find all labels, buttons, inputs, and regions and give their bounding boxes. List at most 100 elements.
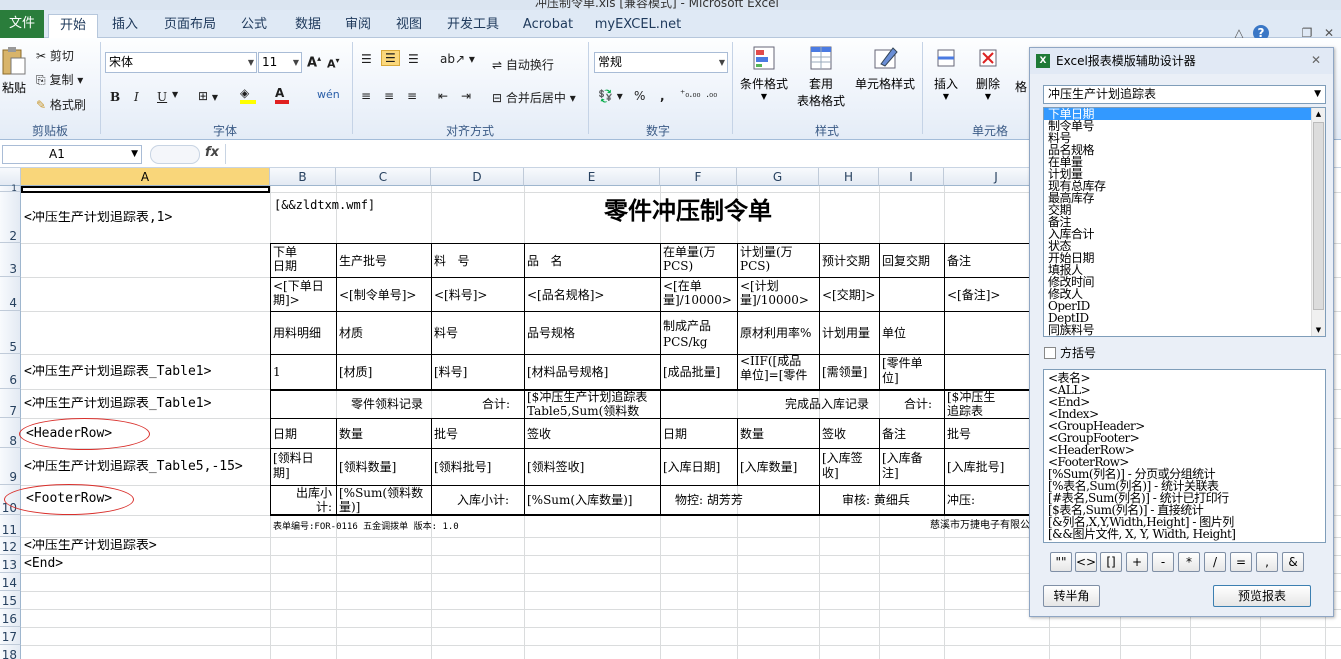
cell-i7-total[interactable]: 合计:: [904, 397, 932, 411]
font-color-button[interactable]: A: [275, 86, 289, 104]
cell-e9[interactable]: [领料签收]: [527, 460, 584, 474]
cell-j10[interactable]: 冲压:: [947, 493, 975, 507]
field-item[interactable]: DeptID: [1044, 312, 1325, 324]
row-header[interactable]: 15: [0, 591, 21, 609]
cell-h5[interactable]: 计划用量: [822, 326, 870, 340]
increase-indent-icon[interactable]: ⇥: [461, 89, 471, 103]
percent-button[interactable]: %: [634, 89, 645, 103]
cell-g3[interactable]: 计划量(万 PCS): [740, 245, 793, 273]
number-format-select[interactable]: 常规 ▼: [594, 52, 728, 73]
cell-c9[interactable]: [领料数量]: [339, 460, 396, 474]
phonetic-button[interactable]: wén: [317, 88, 340, 101]
scroll-thumb[interactable]: [1313, 122, 1324, 310]
field-item[interactable]: 交期: [1044, 204, 1325, 216]
tab-home[interactable]: 开始: [48, 14, 98, 38]
cell-a7[interactable]: <冲压生产计划追踪表_Table1>: [24, 397, 211, 411]
column-header-e[interactable]: E: [524, 168, 660, 186]
cell-j4[interactable]: <[备注]>: [947, 288, 1000, 302]
currency-button[interactable]: 💱 ▾: [598, 89, 623, 103]
cell-f10[interactable]: 物控: 胡芳芳: [675, 493, 743, 507]
cell-c4[interactable]: <[制令单号]>: [339, 288, 416, 302]
column-header-h[interactable]: H: [819, 168, 879, 186]
field-item[interactable]: 计划量: [1044, 168, 1325, 180]
conditional-format-button[interactable]: 条件格式 ▼: [736, 44, 792, 101]
field-item[interactable]: 修改时间: [1044, 276, 1325, 288]
cell-e6[interactable]: [材料品号规格]: [527, 365, 608, 379]
cell-c5[interactable]: 材质: [339, 326, 363, 340]
increase-decimal-icon[interactable]: ⁺₀.₀₀: [680, 89, 700, 100]
field-item[interactable]: OperID: [1044, 300, 1325, 312]
cell-d3[interactable]: 料 号: [434, 254, 469, 268]
cell-i3[interactable]: 回复交期: [882, 254, 930, 268]
tab-formulas[interactable]: 公式: [232, 14, 276, 38]
cell-b3[interactable]: 下单 日期: [273, 245, 297, 273]
cell-a6[interactable]: <冲压生产计划追踪表_Table1>: [24, 365, 211, 379]
field-item[interactable]: 开始日期: [1044, 252, 1325, 264]
copy-button[interactable]: ⎘ 复制 ▾: [36, 71, 83, 88]
cell-e5[interactable]: 品号规格: [527, 326, 575, 340]
cell-b4[interactable]: <[下单日 期]>: [273, 279, 324, 307]
row-header[interactable]: 13: [0, 555, 21, 573]
fill-color-button[interactable]: ◈: [240, 86, 256, 104]
insert-cells-button[interactable]: 插入 ▼: [926, 44, 966, 101]
cell-h4[interactable]: <[交期]>: [822, 288, 875, 302]
field-list[interactable]: 下单日期 制令单号 料号 品名规格 在单量 计划量 现有总库存 最高库存 交期 …: [1043, 107, 1326, 337]
row-header[interactable]: 9: [0, 448, 21, 485]
symbol-plus-button[interactable]: +: [1126, 552, 1148, 572]
align-top-icon[interactable]: ☰: [361, 52, 372, 66]
cell-f8[interactable]: 日期: [663, 427, 687, 441]
cell-h8[interactable]: 签收: [822, 427, 846, 441]
cell-c10[interactable]: [%Sum(领料数 量)]: [339, 486, 423, 514]
column-header-i[interactable]: I: [879, 168, 944, 186]
tab-page-layout[interactable]: 页面布局: [155, 14, 225, 38]
cell-a2[interactable]: <冲压生产计划追踪表,1>: [24, 211, 172, 225]
cell-i6[interactable]: [零件单 位]: [882, 356, 923, 386]
cell-h6[interactable]: [需领量]: [822, 365, 867, 379]
field-item[interactable]: 状态: [1044, 240, 1325, 252]
column-header-d[interactable]: D: [431, 168, 524, 186]
cell-d5[interactable]: 料号: [434, 326, 458, 340]
cell-styles-button[interactable]: 单元格样式: [852, 44, 918, 92]
cell-c3[interactable]: 生产批号: [339, 254, 387, 268]
cell-j3[interactable]: 备注: [947, 254, 971, 268]
row-header[interactable]: 16: [0, 609, 21, 627]
symbol-quotes-button[interactable]: "": [1050, 552, 1072, 572]
cell-g5[interactable]: 原材利用率%: [740, 326, 811, 340]
cell-f9[interactable]: [入库日期]: [663, 460, 720, 474]
cell-j7[interactable]: [$冲压生 追踪表: [947, 390, 1030, 418]
decrease-decimal-icon[interactable]: .₀₀: [706, 89, 717, 100]
field-item[interactable]: 在单量: [1044, 156, 1325, 168]
tab-myexcel[interactable]: myEXCEL.net: [592, 14, 684, 38]
halfwidth-button[interactable]: 转半角: [1043, 585, 1100, 607]
tab-acrobat[interactable]: Acrobat: [516, 14, 580, 38]
symbol-comma-button[interactable]: ,: [1256, 552, 1278, 572]
cell-f6[interactable]: [成品批量]: [663, 365, 720, 379]
field-item[interactable]: 备注: [1044, 216, 1325, 228]
field-item[interactable]: 制令单号: [1044, 120, 1325, 132]
cell-b6[interactable]: 1: [273, 365, 281, 379]
name-box[interactable]: A1 ▼: [2, 145, 142, 164]
cell-c7[interactable]: 零件领料记录: [351, 397, 423, 411]
cell-g4[interactable]: <[计划 量]/10000>: [740, 279, 809, 307]
cell-j9[interactable]: [入库批号]: [947, 460, 1004, 474]
underline-dropdown[interactable]: ▼: [172, 90, 178, 99]
cell-h3[interactable]: 预计交期: [822, 254, 870, 268]
align-left-icon[interactable]: ≡: [361, 89, 371, 103]
brackets-checkbox[interactable]: 方括号: [1044, 344, 1096, 361]
tab-insert[interactable]: 插入: [103, 14, 147, 38]
row-header[interactable]: 14: [0, 573, 21, 591]
symbol-equals-button[interactable]: =: [1230, 552, 1252, 572]
tab-data[interactable]: 数据: [286, 14, 330, 38]
scroll-down-icon[interactable]: ▼: [1312, 324, 1325, 336]
cell-f3[interactable]: 在单量(万 PCS): [663, 245, 716, 273]
column-header-a[interactable]: A: [21, 168, 270, 186]
field-item[interactable]: 入库合计: [1044, 228, 1325, 240]
cell-d6[interactable]: [料号]: [434, 365, 467, 379]
field-item[interactable]: 最高库存: [1044, 192, 1325, 204]
row-header[interactable]: 2: [0, 192, 21, 243]
align-center-icon[interactable]: ≡: [384, 89, 394, 103]
cell-i8[interactable]: 备注: [882, 427, 906, 441]
symbol-angle-button[interactable]: <>: [1075, 552, 1097, 572]
table-select[interactable]: 冲压生产计划追踪表 ▼: [1043, 85, 1326, 104]
cell-e10[interactable]: [%Sum(入库数量)]: [527, 493, 632, 507]
